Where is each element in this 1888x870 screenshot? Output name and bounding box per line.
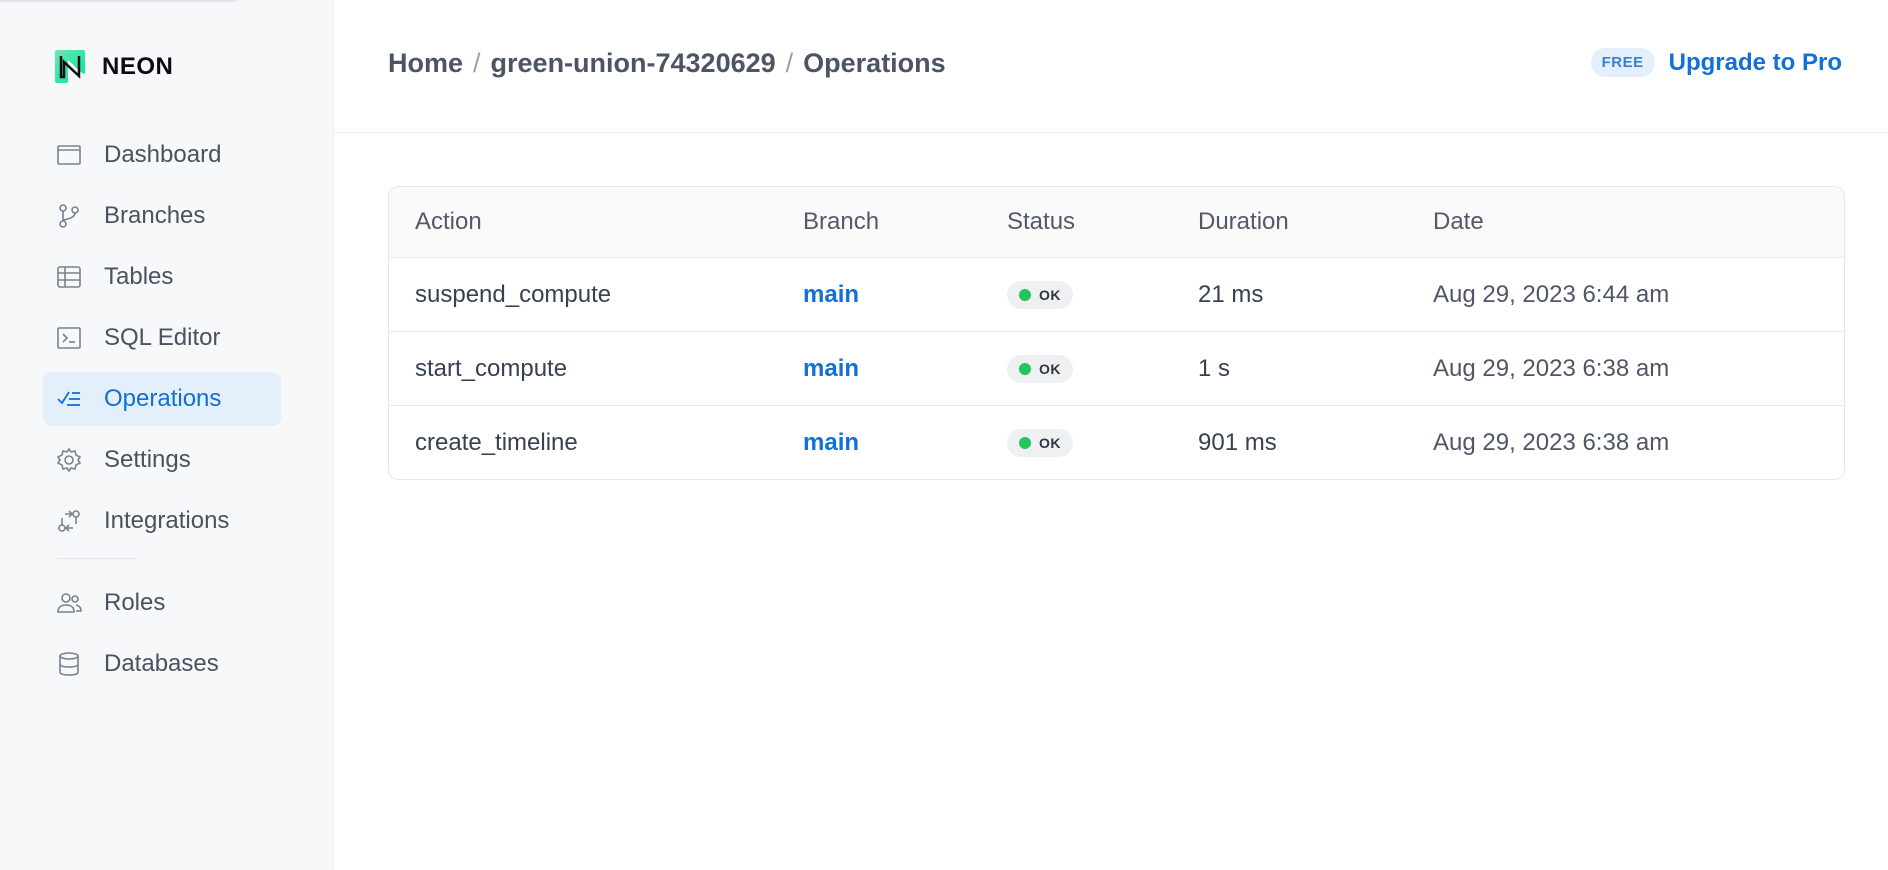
column-header-action: Action xyxy=(415,208,482,235)
column-header-date: Date xyxy=(1433,208,1484,235)
duration-cell: 21 ms xyxy=(1198,280,1264,308)
sidebar-item-label: Integrations xyxy=(104,507,230,534)
sidebar-item-label: Operations xyxy=(104,385,222,412)
table-header: Action Branch Status Duration Date xyxy=(389,187,1844,258)
branch-link[interactable]: main xyxy=(803,281,859,309)
branch-link[interactable]: main xyxy=(803,355,859,383)
neon-logo[interactable]: NEON xyxy=(52,48,173,85)
table-icon xyxy=(55,263,83,291)
sidebar-item-label: Settings xyxy=(104,446,191,473)
status-text: OK xyxy=(1039,435,1061,451)
breadcrumb-separator: / xyxy=(473,48,481,78)
duration-cell: 1 s xyxy=(1198,354,1231,382)
breadcrumb-current-page: Operations xyxy=(803,48,946,78)
table-row: suspend_compute main OK 21 ms Aug 29, 20… xyxy=(389,258,1844,332)
status-dot-icon xyxy=(1019,437,1031,449)
action-cell: create_timeline xyxy=(415,429,578,456)
sidebar-scroll-indicator xyxy=(0,0,236,2)
sidebar-item-integrations[interactable]: Integrations xyxy=(43,494,281,548)
status-text: OK xyxy=(1039,360,1061,377)
status-text: OK xyxy=(1039,286,1061,303)
sidebar-item-roles[interactable]: Roles xyxy=(43,576,281,630)
sidebar-item-databases[interactable]: Databases xyxy=(43,637,281,691)
sidebar-item-tables[interactable]: Tables xyxy=(43,250,281,304)
sidebar-item-label: Roles xyxy=(104,589,166,616)
column-header-duration: Duration xyxy=(1198,208,1289,235)
integrations-icon xyxy=(55,507,83,535)
sidebar-item-label: Databases xyxy=(104,650,219,677)
sidebar-nav: Dashboard Branches Tables SQL Editor Ope… xyxy=(43,128,281,698)
sidebar-item-sql-editor[interactable]: SQL Editor xyxy=(43,311,281,365)
upgrade-link[interactable]: Upgrade to Pro xyxy=(1669,49,1842,77)
breadcrumb-separator: / xyxy=(785,48,794,78)
column-header-branch: Branch xyxy=(803,208,880,235)
column-header-status: Status xyxy=(1007,208,1076,235)
branch-icon xyxy=(55,202,83,230)
status-badge: OK xyxy=(1007,354,1073,383)
sidebar-item-label: Branches xyxy=(104,202,206,229)
breadcrumb: Home / green-union-74320629 / Operations xyxy=(388,48,946,79)
sidebar-item-branches[interactable]: Branches xyxy=(43,189,281,243)
branch-link[interactable]: main xyxy=(803,429,859,457)
date-cell: Aug 29, 2023 6:38 am xyxy=(1433,429,1670,456)
logo-text: NEON xyxy=(102,52,174,80)
sidebar-item-label: Dashboard xyxy=(104,141,222,168)
sidebar-item-dashboard[interactable]: Dashboard xyxy=(43,128,281,182)
table-row: create_timeline main OK 901 ms Aug 29, 2… xyxy=(389,406,1844,479)
sidebar-item-operations[interactable]: Operations xyxy=(43,372,281,426)
sidebar-divider xyxy=(57,558,137,559)
gear-icon xyxy=(55,446,83,474)
sidebar: NEON Dashboard Branches Tables SQL Edito… xyxy=(0,0,334,870)
status-badge: OK xyxy=(1007,429,1073,457)
sidebar-item-label: SQL Editor xyxy=(104,324,221,351)
status-dot-icon xyxy=(1019,362,1031,375)
users-icon xyxy=(55,589,83,617)
date-cell: Aug 29, 2023 6:38 am xyxy=(1433,354,1670,382)
operations-icon xyxy=(55,385,83,413)
action-cell: suspend_compute xyxy=(415,280,612,308)
plan-area: FREE Upgrade to Pro xyxy=(1590,48,1842,77)
operations-table: Action Branch Status Duration Date suspe… xyxy=(388,186,1845,480)
date-cell: Aug 29, 2023 6:44 am xyxy=(1433,280,1670,308)
table-row: start_compute main OK 1 s Aug 29, 2023 6… xyxy=(389,332,1844,406)
duration-cell: 901 ms xyxy=(1198,429,1277,456)
sql-editor-icon xyxy=(55,324,83,352)
status-dot-icon xyxy=(1019,288,1031,301)
neon-logo-icon xyxy=(55,50,85,83)
status-badge: OK xyxy=(1007,280,1073,309)
top-header: Home / green-union-74320629 / Operations… xyxy=(335,0,1888,133)
sidebar-item-label: Tables xyxy=(104,263,174,290)
action-cell: start_compute xyxy=(415,354,568,382)
breadcrumb-project[interactable]: green-union-74320629 xyxy=(491,48,776,79)
database-icon xyxy=(55,650,83,678)
sidebar-item-settings[interactable]: Settings xyxy=(43,433,281,487)
breadcrumb-home[interactable]: Home xyxy=(388,48,463,79)
dashboard-icon xyxy=(55,141,83,169)
plan-badge: FREE xyxy=(1590,48,1655,77)
